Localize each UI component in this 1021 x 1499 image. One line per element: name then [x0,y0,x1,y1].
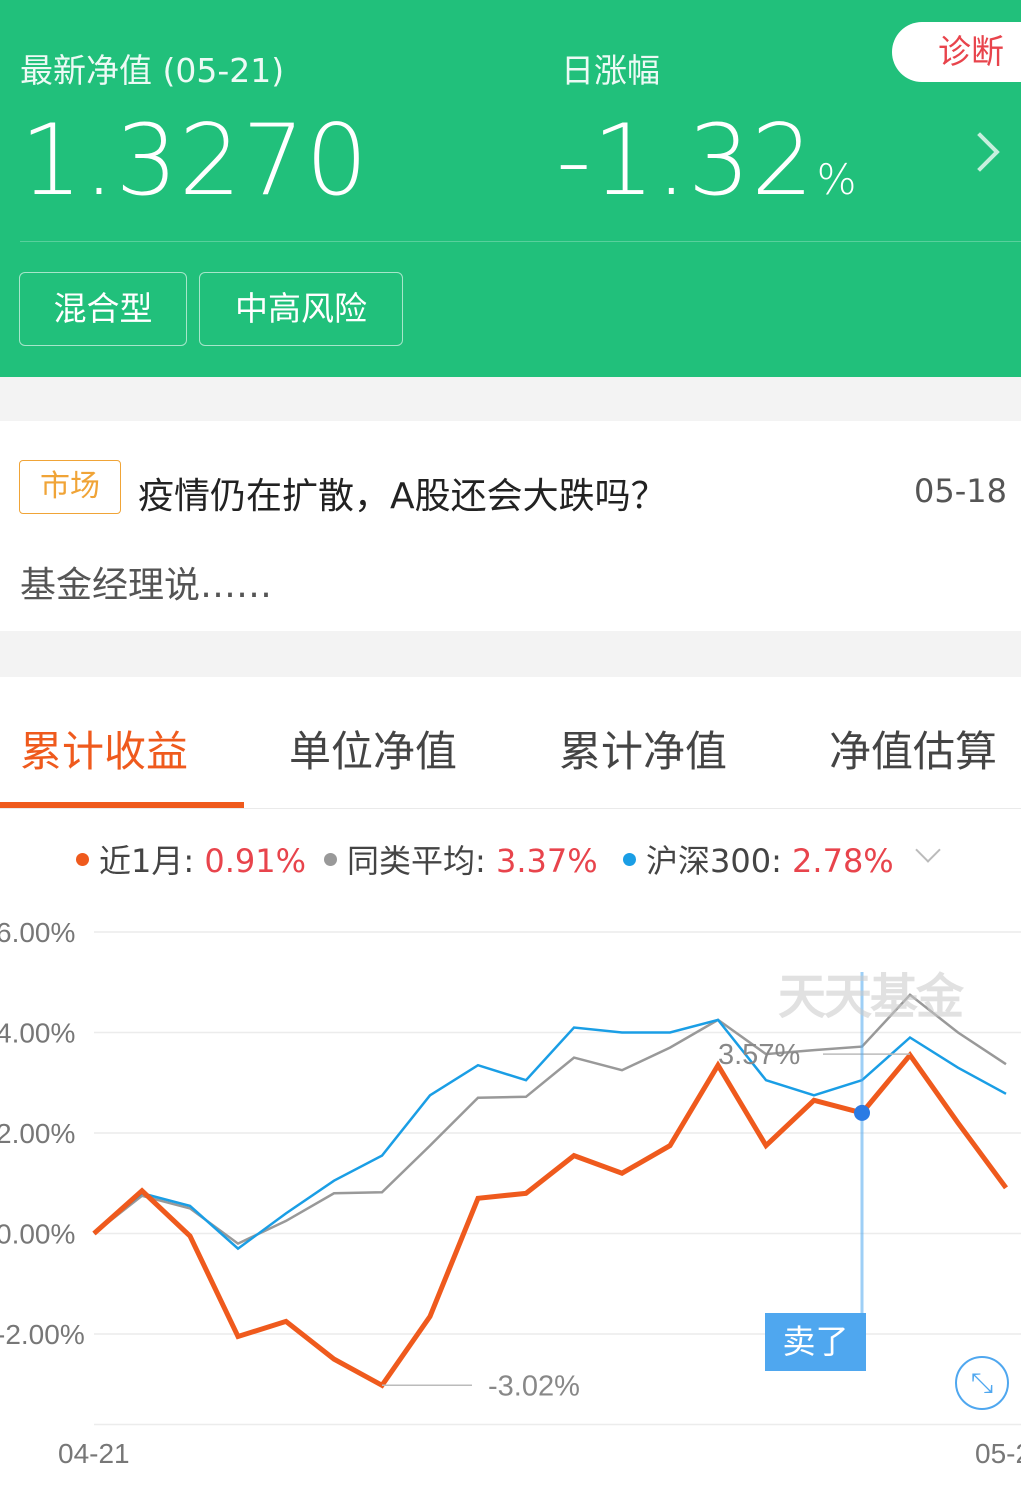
expand-icon[interactable]: ⤡ [955,1356,1009,1410]
legend-fund: 近1月: 0.91% [76,836,306,882]
sell-marker-flag[interactable]: 卖了 [765,1313,866,1371]
y-tick-label: 2.00% [0,1118,75,1149]
legend-label: 沪深300: [646,842,782,880]
news-date: 05-18 [914,472,1007,510]
risk-level-tag: 中高风险 [199,272,403,346]
x-tick-label: 05-21 [975,1438,1021,1469]
nav-label: 最新净值 (05-21) [20,51,285,90]
tab-cumulative-return[interactable]: 累计收益 [20,718,188,779]
avg-annotation: 3.57% [718,1039,800,1071]
news-category-tag: 市场 [19,460,121,514]
legend-label: 同类平均: [347,842,486,880]
nav-value: 1.3270 [20,104,369,218]
legend-value: 0.91% [204,842,306,880]
fund-type-tag: 混合型 [19,272,187,346]
change-label: 日涨幅 [561,51,660,90]
legend-dot [76,852,89,866]
y-tick-label: 0.00% [0,1219,75,1250]
legend-value: 2.78% [792,842,894,880]
news-subtitle: 基金经理说…… [20,565,273,606]
change-value-wrap: -1.32% [556,112,858,210]
legend-hs300: 沪深300: 2.78% [623,836,894,882]
header-divider [20,241,1021,242]
chevron-right-icon[interactable] [960,132,1000,172]
tab-unit-nav[interactable]: 单位净值 [289,718,457,779]
section-gap [0,631,1021,677]
y-tick-label: 6.00% [0,917,75,948]
y-tick-label: 4.00% [0,1018,75,1049]
legend-value: 3.37% [495,842,598,880]
news-title[interactable]: 疫情仍在扩散，A股还会大跌吗？ [138,467,667,519]
chevron-down-icon[interactable] [915,837,941,863]
section-gap [0,377,1021,421]
diagnose-button[interactable]: 诊断 [892,22,1021,82]
tab-cumulative-nav[interactable]: 累计净值 [559,718,727,779]
series-line-0 [92,1050,1009,1389]
legend-label: 近1月: [99,842,195,880]
watermark-logo: 天天基金 [778,969,964,1025]
legend-category-avg: 同类平均: 3.37% [324,836,598,882]
fund-header: 最新净值 (05-21) 1.3270 日涨幅 -1.32% 诊断 混合型 中高… [0,0,1021,377]
legend-dot [324,852,337,866]
x-tick-label: 04-21 [58,1438,130,1469]
y-tick-label: -2.00% [0,1319,85,1350]
min-annotation: -3.02% [488,1370,580,1402]
change-suffix: % [816,155,858,204]
tab-nav-estimate[interactable]: 净值估算 [829,718,997,779]
change-value: -1.32 [556,104,815,218]
legend-dot [623,852,636,866]
active-tab-indicator [0,802,244,808]
sell-marker-dot [854,1104,870,1121]
